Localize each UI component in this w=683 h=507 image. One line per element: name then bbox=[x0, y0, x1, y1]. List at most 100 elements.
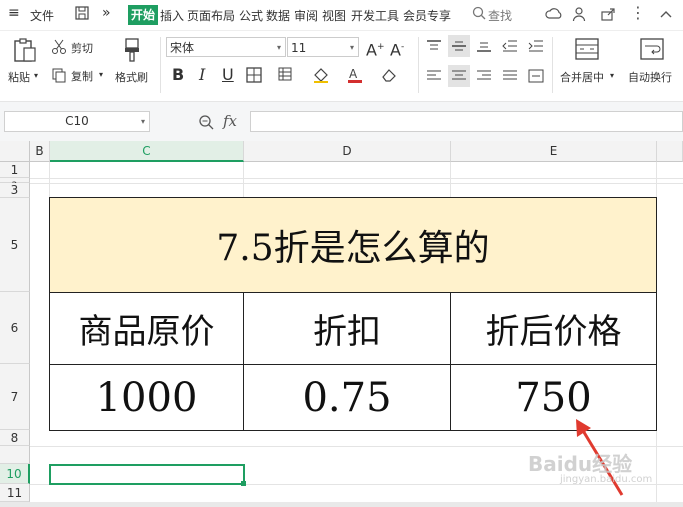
share-icon[interactable] bbox=[600, 6, 616, 25]
clear-format-icon[interactable] bbox=[380, 67, 398, 86]
format-painter-icon[interactable] bbox=[122, 37, 144, 66]
font-color-icon[interactable]: A bbox=[346, 67, 364, 86]
increase-indent-icon[interactable] bbox=[528, 39, 544, 56]
wrap-text-button[interactable]: 自动换行 bbox=[628, 69, 672, 85]
merge-center-button[interactable]: 合并居中 bbox=[560, 69, 604, 85]
selected-cell-c10[interactable] bbox=[49, 464, 245, 485]
tab-page-layout[interactable]: 页面布局 bbox=[187, 7, 235, 24]
font-name-select[interactable]: 宋体 ▾ bbox=[166, 37, 286, 57]
align-top-icon[interactable] bbox=[426, 39, 442, 56]
format-painter-button[interactable]: 格式刷 bbox=[115, 69, 148, 85]
merge-center-icon[interactable] bbox=[575, 38, 599, 63]
svg-text:A: A bbox=[349, 67, 358, 81]
font-size-select[interactable]: 11 ▾ bbox=[287, 37, 359, 57]
share-user-icon[interactable] bbox=[572, 6, 588, 25]
search-label[interactable]: 查找 bbox=[488, 7, 512, 24]
more-options-icon[interactable]: ⋮ bbox=[630, 3, 646, 22]
align-middle-icon[interactable] bbox=[448, 35, 470, 57]
borders-icon[interactable] bbox=[246, 67, 262, 86]
fx-icon[interactable]: fx bbox=[223, 112, 237, 130]
ribbon-separator bbox=[418, 37, 419, 93]
tab-home[interactable]: 开始 bbox=[128, 5, 158, 25]
menu-bar: ≡ 文件 » 开始 插入 页面布局 公式 数据 审阅 视图 开发工具 会员专享 … bbox=[0, 0, 683, 31]
tab-review[interactable]: 审阅 bbox=[294, 7, 318, 24]
justify-icon[interactable] bbox=[502, 69, 518, 86]
cell-reference: C10 bbox=[65, 114, 89, 128]
more-icon[interactable]: » bbox=[102, 5, 111, 21]
save-icon[interactable] bbox=[74, 5, 90, 24]
align-left-icon[interactable] bbox=[426, 69, 442, 86]
header-discounted-price[interactable]: 折后价格 bbox=[450, 292, 657, 365]
row-header-8[interactable]: 8 bbox=[0, 430, 30, 446]
watermark-url: jingyan.baidu.com bbox=[560, 474, 653, 485]
copy-icon[interactable] bbox=[51, 67, 67, 86]
search-icon[interactable] bbox=[472, 6, 486, 23]
tab-developer[interactable]: 开发工具 bbox=[351, 7, 399, 24]
zoom-icon[interactable] bbox=[198, 114, 214, 133]
chevron-down-icon: ▾ bbox=[140, 117, 145, 126]
decrease-font-icon[interactable]: A- bbox=[390, 38, 404, 59]
column-header-d[interactable]: D bbox=[244, 141, 451, 162]
row-header-11[interactable]: 11 bbox=[0, 484, 30, 502]
row-header-6[interactable]: 6 bbox=[0, 292, 30, 364]
cell-style-icon[interactable] bbox=[278, 67, 296, 86]
underline-button[interactable]: U bbox=[222, 66, 234, 84]
row-header-7[interactable]: 7 bbox=[0, 364, 30, 430]
tab-member[interactable]: 会员专享 bbox=[403, 7, 451, 24]
row-header-5[interactable]: 5 bbox=[0, 198, 30, 292]
decrease-indent-icon[interactable] bbox=[502, 39, 518, 56]
select-all-corner[interactable] bbox=[0, 141, 30, 162]
align-bottom-icon[interactable] bbox=[476, 39, 492, 56]
fill-handle[interactable] bbox=[241, 481, 246, 486]
copy-button[interactable]: 复制 bbox=[71, 68, 93, 84]
value-discount[interactable]: 0.75 bbox=[243, 364, 451, 431]
header-discount[interactable]: 折扣 bbox=[243, 292, 451, 365]
cut-button[interactable]: 剪切 bbox=[71, 40, 93, 56]
ribbon-toolbar: 粘贴 ▾ 剪切 复制 ▾ 格式刷 宋体 ▾ 11 ▾ A+ A- B I U A bbox=[0, 31, 683, 97]
wrap-text-icon[interactable] bbox=[640, 38, 664, 63]
value-original-price[interactable]: 1000 bbox=[49, 364, 244, 431]
paste-icon[interactable] bbox=[12, 37, 38, 66]
name-box[interactable]: C10 ▾ bbox=[4, 111, 150, 132]
align-center-icon[interactable] bbox=[448, 65, 470, 87]
tab-formulas[interactable]: 公式 bbox=[239, 7, 263, 24]
align-right-icon[interactable] bbox=[476, 69, 492, 86]
gridline bbox=[243, 162, 244, 198]
tab-view[interactable]: 视图 bbox=[322, 7, 346, 24]
formula-bar: C10 ▾ fx bbox=[0, 101, 683, 143]
row-header-3[interactable]: 3 bbox=[0, 183, 30, 198]
increase-font-icon[interactable]: A+ bbox=[366, 38, 385, 59]
menu-file[interactable]: 文件 bbox=[30, 7, 54, 24]
paste-dropdown-icon[interactable]: ▾ bbox=[34, 71, 38, 80]
row-header-1[interactable]: 1 bbox=[0, 162, 30, 178]
row-header-9[interactable] bbox=[0, 446, 30, 464]
chevron-down-icon: ▾ bbox=[276, 43, 281, 52]
font-size-value: 11 bbox=[291, 41, 307, 55]
chevron-down-icon: ▾ bbox=[349, 43, 354, 52]
sheet-tab-strip bbox=[0, 502, 683, 507]
merge-dropdown-icon[interactable]: ▾ bbox=[610, 71, 614, 80]
column-header-e[interactable]: E bbox=[451, 141, 657, 162]
column-header-b[interactable]: B bbox=[30, 141, 50, 162]
italic-button[interactable]: I bbox=[199, 66, 205, 84]
gridline bbox=[30, 178, 683, 179]
column-header-f[interactable] bbox=[657, 141, 683, 162]
column-header-c[interactable]: C bbox=[50, 141, 244, 162]
table-title[interactable]: 7.5折是怎么算的 bbox=[49, 197, 657, 293]
watermark-logo: Baidu经验 bbox=[528, 452, 633, 476]
tab-data[interactable]: 数据 bbox=[266, 7, 290, 24]
fill-color-icon[interactable] bbox=[312, 67, 330, 86]
copy-dropdown-icon[interactable]: ▾ bbox=[99, 70, 103, 79]
paste-button[interactable]: 粘贴 bbox=[8, 69, 30, 85]
row-header-10[interactable]: 10 bbox=[0, 464, 30, 484]
ribbon-separator bbox=[160, 37, 161, 93]
header-original-price[interactable]: 商品原价 bbox=[49, 292, 244, 365]
distributed-icon[interactable] bbox=[528, 69, 544, 86]
tab-insert[interactable]: 插入 bbox=[160, 7, 184, 24]
cut-icon[interactable] bbox=[51, 39, 67, 58]
collapse-ribbon-icon[interactable] bbox=[660, 8, 672, 22]
hamburger-icon[interactable]: ≡ bbox=[8, 5, 20, 21]
cloud-sync-icon[interactable] bbox=[545, 6, 563, 25]
bold-button[interactable]: B bbox=[172, 66, 184, 84]
formula-input[interactable] bbox=[250, 111, 683, 132]
